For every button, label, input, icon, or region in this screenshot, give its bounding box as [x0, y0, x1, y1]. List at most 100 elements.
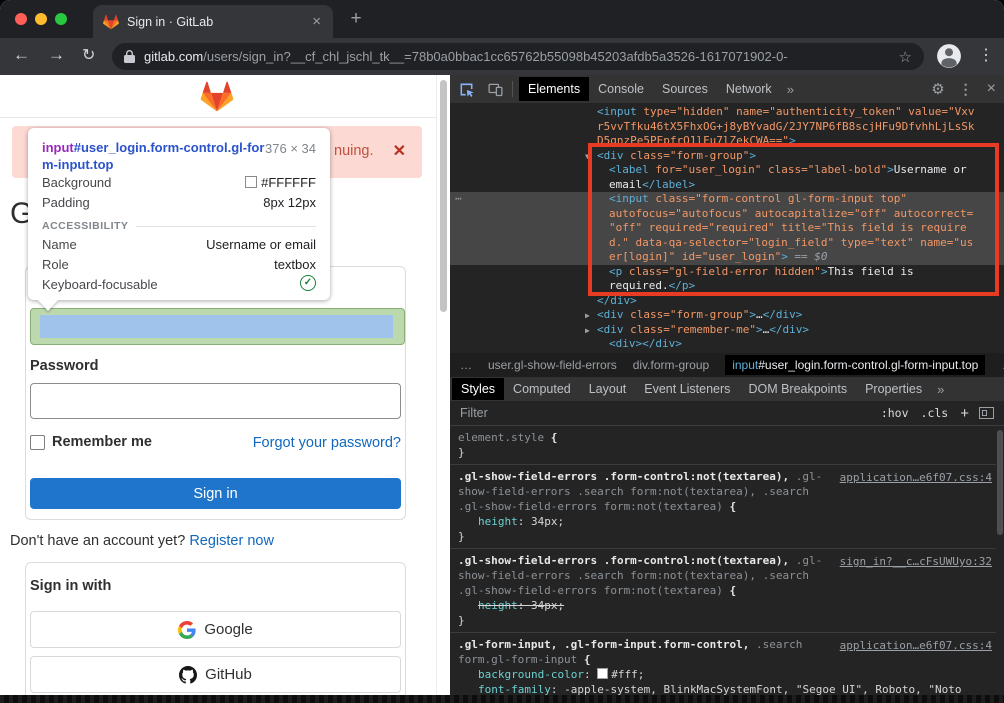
- window-minimize-button[interactable]: [35, 13, 47, 25]
- devtools-panel: ElementsConsoleSourcesNetwork» ⚙ ⋮ × <in…: [450, 75, 1004, 703]
- profile-avatar-icon[interactable]: [936, 43, 962, 69]
- dom-tree-line[interactable]: required.</p>: [450, 279, 1004, 294]
- dom-tree-line[interactable]: <input type="hidden" name="authenticity_…: [450, 105, 1004, 120]
- devtools-tab-console[interactable]: Console: [589, 77, 653, 101]
- tab-title: Sign in · GitLab: [127, 15, 310, 29]
- dom-tree-line[interactable]: er[login]" id="user_login"> == $0: [450, 250, 1004, 265]
- google-sign-in-button[interactable]: Google: [30, 611, 401, 648]
- dom-tree-line[interactable]: <p class="gl-field-error hidden">This fi…: [450, 265, 1004, 280]
- color-swatch[interactable]: [597, 668, 608, 679]
- breadcrumb-item[interactable]: …: [460, 358, 472, 372]
- devtools-toolbar: ElementsConsoleSourcesNetwork» ⚙ ⋮ ×: [450, 75, 1004, 103]
- sidebar-dock-icon[interactable]: [979, 407, 994, 419]
- back-button[interactable]: ←: [13, 45, 30, 65]
- stylesheet-link[interactable]: application…e6f07.css:4: [840, 470, 992, 485]
- browser-menu-icon[interactable]: ⋮: [978, 45, 994, 65]
- dom-breadcrumbs: … user.gl-show-field-errors div.form-group…: [450, 353, 1004, 377]
- remember-me-checkbox[interactable]: [30, 435, 45, 450]
- sidebar-tab-styles[interactable]: Styles: [452, 378, 504, 400]
- github-button-label: GitHub: [205, 666, 252, 683]
- sign-in-with-label: Sign in with: [30, 578, 111, 594]
- dom-tree: <input type="hidden" name="authenticity_…: [450, 103, 1004, 355]
- dom-tree-line[interactable]: D5gnzPe5PEpfrQ1lFu7lZekCWA==">: [450, 134, 1004, 149]
- css-property[interactable]: font-family: -apple-system, BlinkMacSyst…: [458, 682, 988, 695]
- lock-icon: [124, 50, 135, 63]
- register-link[interactable]: Register now: [189, 533, 274, 549]
- check-circle-icon: ✓: [300, 275, 316, 291]
- dom-tree-line[interactable]: autofocus="autofocus" autocapitalize="of…: [450, 207, 1004, 222]
- dom-tree-line[interactable]: ▶<div class="remember-me">…</div>: [450, 323, 1004, 338]
- css-property[interactable]: height: 34px;: [458, 514, 988, 529]
- sidebar-tab-layout[interactable]: Layout: [580, 378, 636, 400]
- bookmark-star-icon[interactable]: ☆: [899, 48, 912, 66]
- alert-close-icon[interactable]: ✕: [393, 141, 406, 161]
- breadcrumb-item[interactable]: input#user_login.form-control.gl-form-in…: [725, 355, 985, 375]
- window-close-button[interactable]: [15, 13, 27, 25]
- breadcrumb-item[interactable]: div.form-group: [633, 358, 709, 372]
- page-scrollbar-thumb[interactable]: [440, 80, 447, 312]
- inspect-element-icon[interactable]: [458, 81, 475, 98]
- browser-tab[interactable]: Sign in · GitLab ×: [93, 5, 333, 38]
- address-input[interactable]: gitlab.com/users/sign_in?__cf_chl_jschl_…: [112, 43, 924, 70]
- page-scrollbar: [436, 75, 450, 703]
- password-field[interactable]: [30, 383, 401, 419]
- dom-tree-line[interactable]: r5vvTfku46tX5FhxOG+j8yBYvadG/2JY7NP6fB8s…: [450, 120, 1004, 135]
- css-property[interactable]: height: 34px;: [458, 598, 988, 613]
- inspect-focusable-row: Keyboard-focusable ✓: [42, 275, 316, 295]
- css-rule[interactable]: application…e6f07.css:4.gl-form-input, .…: [450, 633, 996, 695]
- devtools-toolbar-right: ⚙ ⋮ ×: [931, 80, 996, 98]
- dom-tree-line[interactable]: ⋯<input class="form-control gl-form-inpu…: [450, 192, 1004, 207]
- sidebar-tab-dom-breakpoints[interactable]: DOM Breakpoints: [739, 378, 856, 400]
- bottom-edge-strip: [0, 695, 1004, 703]
- devtools-tab-elements[interactable]: Elements: [519, 77, 589, 101]
- reload-button[interactable]: ↻: [82, 45, 95, 65]
- css-property[interactable]: background-color: #fff;: [458, 667, 988, 682]
- stylesheet-link[interactable]: application…e6f07.css:4: [840, 638, 992, 653]
- css-rule[interactable]: sign_in?__c…cFsUWUyo:32.gl-show-field-er…: [450, 549, 996, 633]
- dom-tree-line[interactable]: <label for="user_login" class="label-bol…: [450, 163, 1004, 178]
- devtools-menu-icon[interactable]: ⋮: [959, 81, 973, 98]
- dom-tree-line[interactable]: ▶<div class="form-group">…</div>: [450, 308, 1004, 323]
- google-icon: [178, 621, 196, 639]
- sidebar-tab-properties[interactable]: Properties: [856, 378, 931, 400]
- devtools-close-icon[interactable]: ×: [987, 80, 996, 98]
- github-sign-in-button[interactable]: GitHub: [30, 656, 401, 693]
- tab-close-icon[interactable]: ×: [310, 13, 323, 30]
- window-zoom-button[interactable]: [55, 13, 67, 25]
- breadcrumb-item[interactable]: user.gl-show-field-errors: [488, 358, 617, 372]
- more-tabs-icon[interactable]: »: [781, 82, 800, 97]
- dom-tree-line[interactable]: email</label>: [450, 178, 1004, 193]
- dom-tree-line[interactable]: "off" required="required" title="This fi…: [450, 221, 1004, 236]
- device-toolbar-icon[interactable]: [487, 81, 504, 98]
- dom-tree-line[interactable]: d." data-qa-selector="login_field" type=…: [450, 236, 1004, 251]
- forgot-password-link[interactable]: Forgot your password?: [253, 435, 401, 451]
- sidebar-tab-computed[interactable]: Computed: [504, 378, 580, 400]
- new-style-rule-button[interactable]: +: [960, 405, 969, 422]
- sidebar-tab-event-listeners[interactable]: Event Listeners: [635, 378, 739, 400]
- stylesheet-link[interactable]: sign_in?__c…cFsUWUyo:32: [840, 554, 992, 569]
- devtools-tab-network[interactable]: Network: [717, 77, 781, 101]
- disclosure-arrow-icon[interactable]: ▼: [585, 150, 590, 165]
- styles-scrollbar-thumb[interactable]: [997, 430, 1003, 535]
- sign-in-button[interactable]: Sign in: [30, 478, 401, 509]
- settings-gear-icon[interactable]: ⚙: [931, 80, 944, 98]
- styles-filter-input[interactable]: Filter: [460, 406, 869, 420]
- disclosure-arrow-icon[interactable]: ▶: [585, 309, 590, 324]
- url-bar: ← → ↻ gitlab.com/users/sign_in?__cf_chl_…: [0, 38, 1004, 75]
- toggle-pseudo-button[interactable]: :hov: [881, 406, 909, 420]
- forward-button[interactable]: →: [48, 45, 65, 65]
- element-style-rule[interactable]: element.style {}: [450, 426, 996, 465]
- devtools-tab-sources[interactable]: Sources: [653, 77, 717, 101]
- disclosure-arrow-icon[interactable]: ▶: [585, 324, 590, 339]
- node-menu-icon[interactable]: ⋯: [455, 192, 462, 207]
- inspect-role-row: Role textbox: [42, 255, 316, 275]
- css-rule[interactable]: application…e6f07.css:4.gl-show-field-er…: [450, 465, 996, 549]
- toggle-class-button[interactable]: .cls: [921, 406, 949, 420]
- toolbar-divider: [512, 81, 513, 97]
- new-tab-button[interactable]: +: [344, 8, 368, 30]
- dom-tree-line[interactable]: <div></div>: [450, 337, 1004, 352]
- tab-strip: Sign in · GitLab × +: [0, 0, 1004, 38]
- dom-tree-line[interactable]: ▼<div class="form-group">: [450, 149, 1004, 164]
- sidebar-more-tabs-icon[interactable]: »: [931, 382, 950, 397]
- dom-tree-line[interactable]: </div>: [450, 294, 1004, 309]
